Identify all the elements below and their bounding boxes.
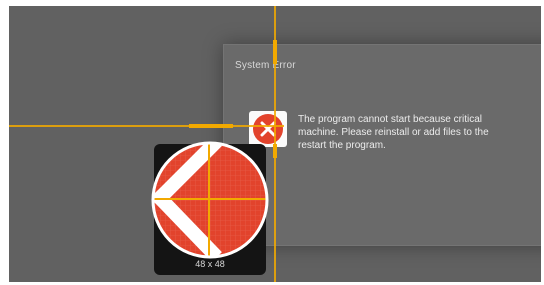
dialog-title: System Error	[235, 60, 296, 71]
crosshair-vertical-marker-lower	[273, 144, 277, 158]
desktop-background: System Error The program cannot start be…	[9, 6, 541, 282]
magnifier-size-readout: 48 x 48	[195, 259, 225, 269]
crosshair-horizontal-marker	[189, 124, 233, 128]
crosshair-horizontal-line	[9, 125, 284, 127]
dialog-message: The program cannot start because critica…	[298, 114, 489, 151]
magnified-error-icon	[151, 141, 269, 259]
crosshair-vertical-marker	[273, 40, 277, 64]
